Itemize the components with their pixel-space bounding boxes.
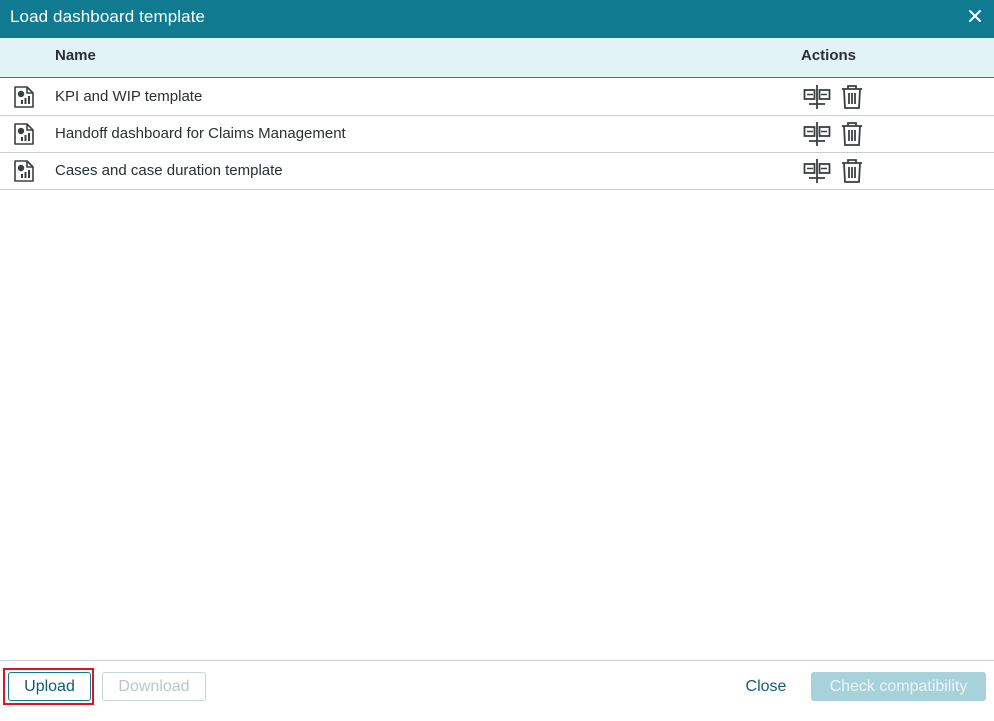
template-name[interactable]: KPI and WIP template bbox=[55, 88, 202, 105]
table-header: Name Actions bbox=[0, 38, 994, 78]
dashboard-file-icon bbox=[14, 123, 34, 145]
template-name[interactable]: Handoff dashboard for Claims Management bbox=[55, 125, 346, 142]
download-button[interactable]: Download bbox=[102, 672, 206, 701]
dialog-footer: Upload Download Close Check compatibilit… bbox=[0, 660, 994, 721]
close-button[interactable]: Close bbox=[735, 672, 797, 701]
compare-icon[interactable] bbox=[803, 158, 831, 184]
column-header-name: Name bbox=[55, 47, 96, 64]
dialog-title: Load dashboard template bbox=[10, 7, 206, 26]
trash-icon[interactable] bbox=[840, 84, 864, 110]
trash-icon[interactable] bbox=[840, 158, 864, 184]
dashboard-file-icon bbox=[14, 160, 34, 182]
compare-icon[interactable] bbox=[803, 84, 831, 110]
template-name[interactable]: Cases and case duration template bbox=[55, 162, 283, 179]
check-compatibility-button[interactable]: Check compatibility bbox=[811, 672, 986, 701]
close-icon[interactable] bbox=[966, 7, 984, 25]
table-row[interactable]: Cases and case duration template bbox=[0, 153, 994, 190]
compare-icon[interactable] bbox=[803, 121, 831, 147]
upload-button[interactable]: Upload bbox=[8, 672, 91, 701]
dashboard-file-icon bbox=[14, 86, 34, 108]
table-row[interactable]: Handoff dashboard for Claims Management bbox=[0, 116, 994, 153]
column-header-actions: Actions bbox=[801, 47, 857, 64]
load-dashboard-template-dialog: Load dashboard template Name Actions KPI… bbox=[0, 0, 994, 721]
trash-icon[interactable] bbox=[840, 121, 864, 147]
dialog-titlebar: Load dashboard template bbox=[0, 0, 994, 38]
table-row[interactable]: KPI and WIP template bbox=[0, 79, 994, 116]
